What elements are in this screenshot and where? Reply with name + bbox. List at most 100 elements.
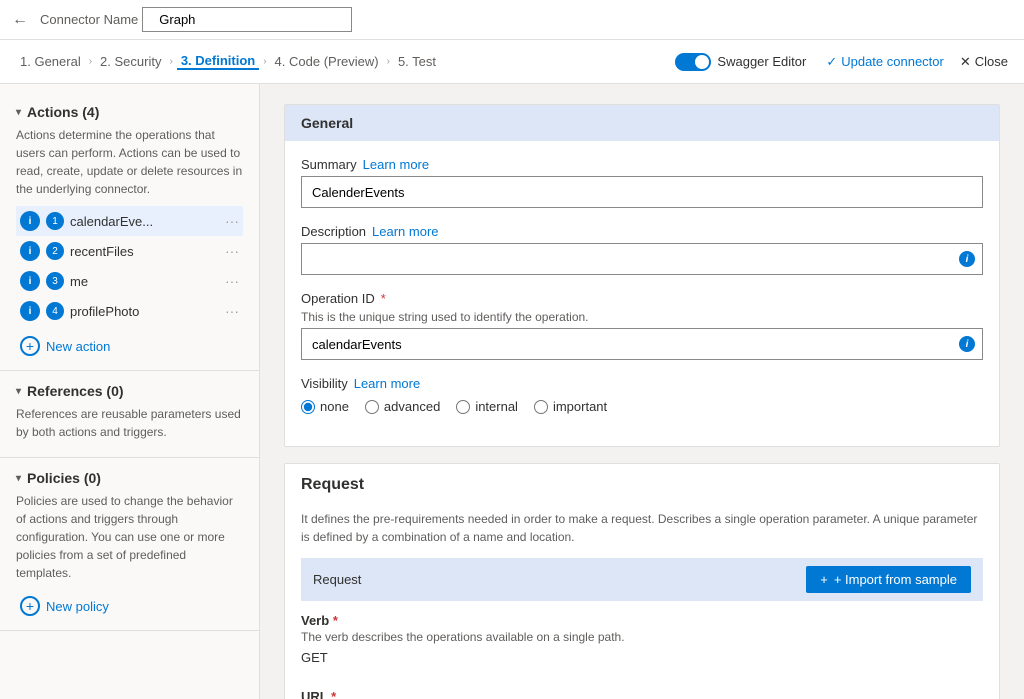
radio-internal-input[interactable] [456,400,470,414]
policies-chevron-icon: ▾ [16,473,21,484]
nav-step-code[interactable]: 4. Code (Preview) [271,54,383,69]
summary-label: Summary Learn more [301,157,983,172]
action-label-2: recentFiles [70,244,219,259]
action-item-1[interactable]: i 1 calendarEve... ··· [16,206,243,236]
references-description: References are reusable parameters used … [16,405,243,441]
action-label-1: calendarEve... [70,214,219,229]
toggle-thumb [695,55,709,69]
references-chevron-icon: ▾ [16,386,21,397]
summary-field: Summary Learn more [301,157,983,208]
action-label-3: me [70,274,219,289]
operation-id-input-wrapper: i [301,328,983,360]
general-card-header: General [285,105,999,141]
actions-description: Actions determine the operations that us… [16,126,243,198]
chevron-icon-4: › [387,56,390,67]
action-label-4: profilePhoto [70,304,219,319]
update-connector-button[interactable]: ✓ Update connector [826,54,944,70]
import-from-sample-button[interactable]: + + Import from sample [806,566,971,593]
nav-step-test[interactable]: 5. Test [394,54,440,69]
summary-learn-more[interactable]: Learn more [363,157,429,172]
visibility-radio-group: none advanced internal important [301,399,983,414]
radio-advanced-input[interactable] [365,400,379,414]
request-bar-label: Request [313,572,361,587]
action-item-3[interactable]: i 3 me ··· [16,266,243,296]
operation-id-info-icon[interactable]: i [959,336,975,352]
action-icon-4: i [20,301,40,321]
plus-policy-icon: + [20,596,40,616]
plus-icon: + [820,572,828,587]
request-section-title: Request [285,464,999,494]
operation-id-label: Operation ID * [301,291,983,306]
radio-internal[interactable]: internal [456,399,518,414]
request-card-body: It defines the pre-requirements needed i… [285,494,999,699]
description-info-icon[interactable]: i [959,251,975,267]
references-section-header[interactable]: ▾ References (0) [16,383,243,399]
main-layout: ▾ Actions (4) Actions determine the oper… [0,84,1024,699]
nav-step-general[interactable]: 1. General [16,54,85,69]
chevron-icon-3: › [263,56,266,67]
plus-circle-icon: + [20,336,40,356]
back-button[interactable]: ← [12,11,28,29]
operation-id-required: * [381,291,386,306]
general-card-body: Summary Learn more Description Learn mor… [285,141,999,446]
action-menu-2[interactable]: ··· [225,243,239,259]
visibility-label: Visibility Learn more [301,376,983,391]
radio-none[interactable]: none [301,399,349,414]
toggle-track[interactable] [675,53,711,71]
description-input[interactable] [301,243,983,275]
actions-chevron-icon: ▾ [16,107,21,118]
operation-id-field: Operation ID * This is the unique string… [301,291,983,360]
request-header-bar: Request + + Import from sample [301,558,983,601]
nav-step-definition[interactable]: 3. Definition [177,53,259,70]
operation-id-note: This is the unique string used to identi… [301,310,983,324]
swagger-editor-toggle[interactable]: Swagger Editor [675,53,806,71]
url-label: URL * [301,689,983,699]
action-number-2: 2 [46,242,64,260]
request-card: Request It defines the pre-requirements … [284,463,1000,699]
new-action-button[interactable]: + New action [16,330,243,362]
description-learn-more[interactable]: Learn more [372,224,438,239]
radio-advanced[interactable]: advanced [365,399,440,414]
url-section: URL * This is the request URL. [301,689,983,699]
chevron-icon-1: › [89,56,92,67]
verb-label: Verb * [301,613,983,628]
radio-none-input[interactable] [301,400,315,414]
action-item-2[interactable]: i 2 recentFiles ··· [16,236,243,266]
operation-id-input[interactable] [301,328,983,360]
policies-description: Policies are used to change the behavior… [16,492,243,582]
description-input-wrapper: i [301,243,983,275]
action-menu-3[interactable]: ··· [225,273,239,289]
content-area: General Summary Learn more Description L… [260,84,1024,699]
actions-section: ▾ Actions (4) Actions determine the oper… [0,96,259,371]
action-item-4[interactable]: i 4 profilePhoto ··· [16,296,243,326]
action-icon-3: i [20,271,40,291]
radio-important-input[interactable] [534,400,548,414]
connector-name-label: Connector Name [40,12,138,27]
description-field: Description Learn more i [301,224,983,275]
url-required: * [331,689,336,699]
sidebar: ▾ Actions (4) Actions determine the oper… [0,84,260,699]
action-number-3: 3 [46,272,64,290]
new-policy-button[interactable]: + New policy [16,590,243,622]
check-icon: ✓ [826,54,837,70]
request-description: It defines the pre-requirements needed i… [301,510,983,546]
graph-tab-input[interactable] [142,7,352,32]
visibility-field: Visibility Learn more none advanced [301,376,983,414]
back-icon: ← [12,11,28,29]
radio-important[interactable]: important [534,399,607,414]
visibility-learn-more[interactable]: Learn more [354,376,420,391]
action-menu-4[interactable]: ··· [225,303,239,319]
summary-input[interactable] [301,176,983,208]
references-section: ▾ References (0) References are reusable… [0,375,259,458]
nav-step-security[interactable]: 2. Security [96,54,165,69]
close-icon: ✕ [960,54,971,70]
action-icon-2: i [20,241,40,261]
action-menu-1[interactable]: ··· [225,213,239,229]
action-icon-1: i [20,211,40,231]
policies-section-header[interactable]: ▾ Policies (0) [16,470,243,486]
actions-section-header[interactable]: ▾ Actions (4) [16,104,243,120]
close-button[interactable]: ✕ Close [960,54,1008,70]
chevron-icon-2: › [169,56,172,67]
verb-section: Verb * The verb describes the operations… [301,613,983,673]
verb-desc: The verb describes the operations availa… [301,630,983,644]
